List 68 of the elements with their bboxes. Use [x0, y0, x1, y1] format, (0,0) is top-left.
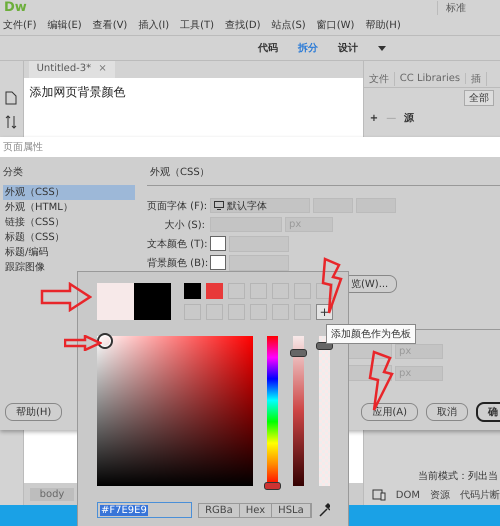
- mode-button[interactable]: Hex: [240, 504, 272, 516]
- category-item[interactable]: 链接（CSS）: [3, 215, 135, 230]
- panel-tab[interactable]: CC Libraries: [394, 73, 466, 84]
- menu-item[interactable]: 帮助(H): [365, 18, 401, 32]
- page-text: 添加网页背景颜色: [30, 85, 126, 99]
- arrow-drawing: [64, 335, 102, 351]
- dialog-title: 页面属性: [3, 140, 43, 154]
- menu-item[interactable]: 站点(S): [272, 18, 306, 32]
- panel-tab[interactable]: 插: [466, 72, 488, 86]
- menu-item[interactable]: 编辑(E): [48, 18, 82, 32]
- slider-handle[interactable]: [264, 482, 281, 490]
- category-item[interactable]: 外观（CSS）: [3, 185, 135, 200]
- color-handle[interactable]: [97, 333, 113, 349]
- panel-tab[interactable]: 代码片断: [460, 488, 500, 502]
- app-logo: Dw: [4, 0, 27, 15]
- monitor-icon: [214, 201, 224, 210]
- arrow-drawing: [40, 282, 92, 312]
- add-button[interactable]: +: [370, 112, 378, 124]
- font-select[interactable]: 默认字体: [210, 198, 310, 213]
- menu-item[interactable]: 查看(V): [92, 18, 128, 32]
- panel-tab[interactable]: DOM: [396, 490, 420, 500]
- field-label: 页面字体 (F):: [147, 200, 207, 212]
- color-swatch-button[interactable]: [210, 255, 226, 270]
- filter-button[interactable]: 全部: [464, 90, 494, 106]
- workspace-switcher[interactable]: 标准: [437, 0, 496, 14]
- source-label: 源: [404, 112, 414, 125]
- view-tab[interactable]: 代码: [258, 41, 278, 55]
- menu-item[interactable]: 查找(D): [225, 18, 261, 32]
- empty-swatch[interactable]: [316, 283, 333, 299]
- slider-handle[interactable]: [290, 349, 307, 357]
- color-swatch-button[interactable]: [210, 236, 226, 251]
- category-label: 分类: [3, 166, 24, 179]
- menu-item[interactable]: 窗口(W): [316, 18, 354, 32]
- category-item[interactable]: 跟踪图像: [3, 260, 135, 275]
- sort-icon[interactable]: [5, 115, 18, 129]
- category-item[interactable]: 外观（HTML）: [3, 200, 135, 215]
- menu-item[interactable]: 文件(F): [3, 18, 37, 32]
- dialog-button[interactable]: 确: [476, 402, 500, 422]
- panel-tab[interactable]: 文件: [364, 72, 395, 86]
- alpha-slider[interactable]: [319, 336, 330, 486]
- hex-input[interactable]: #F7E9E9: [97, 502, 192, 518]
- color-swatch[interactable]: [206, 283, 223, 299]
- color-input[interactable]: [229, 254, 289, 270]
- dialog-button[interactable]: 帮助(H): [5, 403, 62, 421]
- view-tab[interactable]: 设计: [338, 41, 358, 55]
- menu-item[interactable]: 插入(I): [138, 18, 170, 32]
- tooltip: 添加颜色作为色板: [326, 324, 416, 344]
- document-tab[interactable]: Untitled-3* ×: [28, 61, 115, 78]
- field-label: 背景颜色 (B):: [147, 256, 207, 270]
- color-field[interactable]: [97, 336, 253, 486]
- mode-text: 当前模式：列出当: [418, 470, 498, 483]
- shade-slider[interactable]: [293, 336, 304, 486]
- mode-button[interactable]: RGBa: [199, 504, 240, 516]
- caret-icon[interactable]: [378, 46, 386, 50]
- category-item[interactable]: 标题（CSS）: [3, 230, 135, 245]
- file-icon[interactable]: [5, 91, 18, 105]
- field-label: 文本颜色 (T):: [147, 238, 207, 250]
- slider-handle[interactable]: [316, 342, 333, 350]
- mode-button[interactable]: HSLa: [272, 504, 311, 516]
- category-item[interactable]: 标题/编码: [3, 245, 135, 260]
- panel-tab[interactable]: 资源: [430, 488, 450, 502]
- section-title: 外观（CSS）: [150, 167, 210, 178]
- color-swatch[interactable]: [184, 283, 201, 299]
- eyedropper-icon[interactable]: [318, 502, 330, 518]
- field-label: 大小 (S):: [163, 218, 206, 232]
- menu-item[interactable]: 工具(T): [180, 18, 214, 32]
- device-icon[interactable]: [372, 489, 386, 501]
- dialog-button[interactable]: 取消: [426, 403, 468, 421]
